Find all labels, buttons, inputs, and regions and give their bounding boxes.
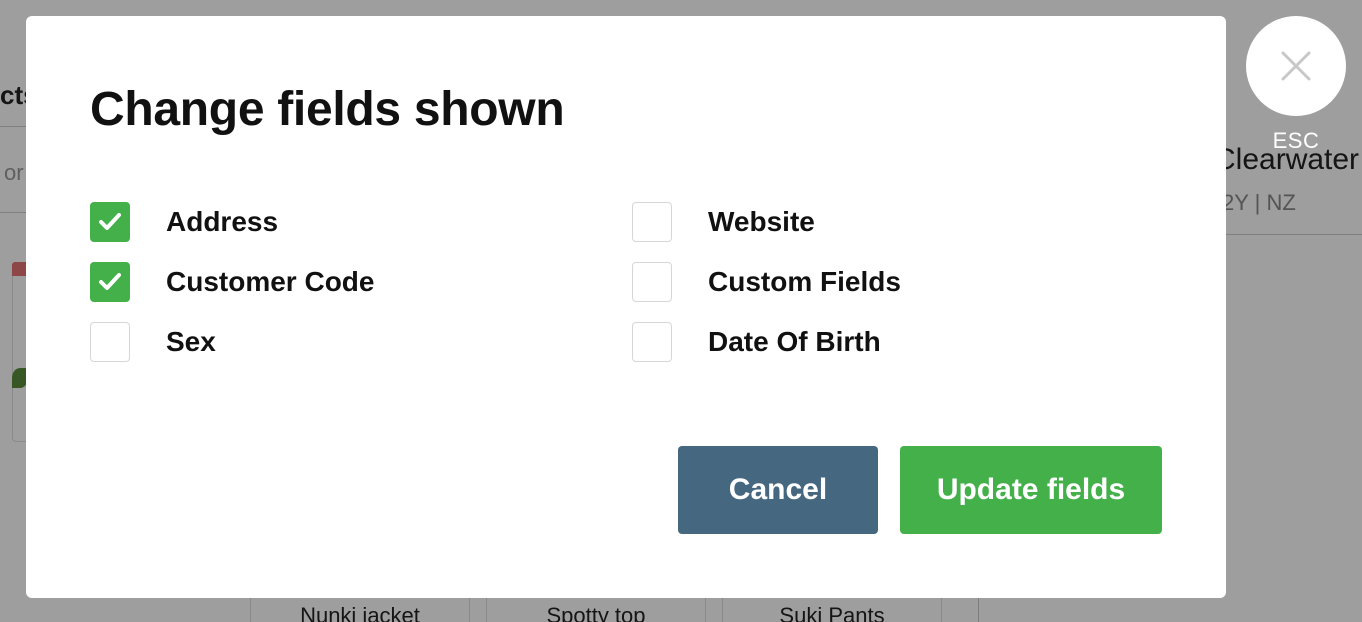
field-option-customer-code[interactable]: Customer Code (90, 262, 374, 302)
field-option-sex[interactable]: Sex (90, 322, 216, 362)
close-icon (1281, 51, 1311, 81)
checkmark-icon (99, 273, 121, 290)
cancel-button[interactable]: Cancel (678, 446, 878, 534)
address-checkbox[interactable] (90, 202, 130, 242)
update-fields-button[interactable]: Update fields (900, 446, 1162, 534)
close-control: ESC (1246, 16, 1346, 154)
custom-fields-checkbox[interactable] (632, 262, 672, 302)
customer-code-checkbox[interactable] (90, 262, 130, 302)
field-label: Sex (166, 326, 216, 357)
esc-label: ESC (1272, 128, 1320, 153)
field-option-address[interactable]: Address (90, 202, 278, 242)
field-option-website[interactable]: Website (632, 202, 815, 242)
checkmark-icon (99, 213, 121, 230)
field-label: Website (708, 206, 815, 237)
field-option-date-of-birth[interactable]: Date Of Birth (632, 322, 881, 362)
dialog-title: Change fields shown (90, 83, 565, 136)
field-label: Address (166, 206, 279, 237)
field-label: Customer Code (166, 266, 375, 297)
sex-checkbox[interactable] (90, 322, 130, 362)
website-checkbox[interactable] (632, 202, 672, 242)
close-button[interactable] (1246, 16, 1346, 116)
field-option-custom-fields[interactable]: Custom Fields (632, 262, 901, 302)
field-label: Date Of Birth (708, 326, 881, 357)
change-fields-dialog: Change fields shown Address Customer Cod… (26, 16, 1226, 598)
date-of-birth-checkbox[interactable] (632, 322, 672, 362)
field-label: Custom Fields (708, 266, 901, 297)
